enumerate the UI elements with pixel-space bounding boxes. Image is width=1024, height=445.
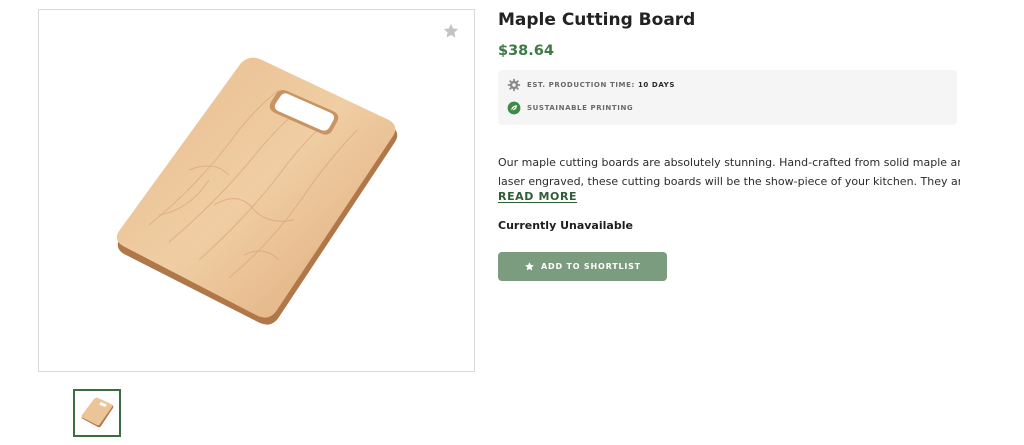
product-description: Our maple cutting boards are absolutely … <box>498 153 960 191</box>
cutting-board-thumbnail-image <box>81 397 114 428</box>
product-main-image[interactable] <box>38 9 475 372</box>
leaf-icon <box>507 101 521 115</box>
description-line-1: Our maple cutting boards are absolutely … <box>498 156 960 169</box>
sustainable-printing-label: SUSTAINABLE PRINTING <box>527 104 634 112</box>
gear-icon <box>507 78 521 92</box>
product-thumbnail[interactable] <box>73 389 121 437</box>
availability-status: Currently Unavailable <box>498 219 633 232</box>
production-time-value: 10 DAYS <box>637 81 675 89</box>
cutting-board-image <box>116 57 398 325</box>
sustainable-printing-row: SUSTAINABLE PRINTING <box>507 101 633 115</box>
production-time-label: EST. PRODUCTION TIME: <box>527 81 635 89</box>
add-to-shortlist-button[interactable]: ADD TO SHORTLIST <box>498 252 667 281</box>
production-time-row: EST. PRODUCTION TIME: 10 DAYS <box>507 78 675 92</box>
production-time-text: EST. PRODUCTION TIME: 10 DAYS <box>527 81 675 89</box>
product-title: Maple Cutting Board <box>498 10 696 30</box>
read-more-link[interactable]: READ MORE <box>498 190 577 203</box>
production-info-box: EST. PRODUCTION TIME: 10 DAYS SUSTAINABL… <box>498 70 957 125</box>
star-icon <box>525 262 534 271</box>
product-price: $38.64 <box>498 43 554 59</box>
add-to-shortlist-label: ADD TO SHORTLIST <box>541 262 641 271</box>
star-icon[interactable] <box>442 22 460 40</box>
description-line-2: laser engraved, these cutting boards wil… <box>498 175 960 188</box>
